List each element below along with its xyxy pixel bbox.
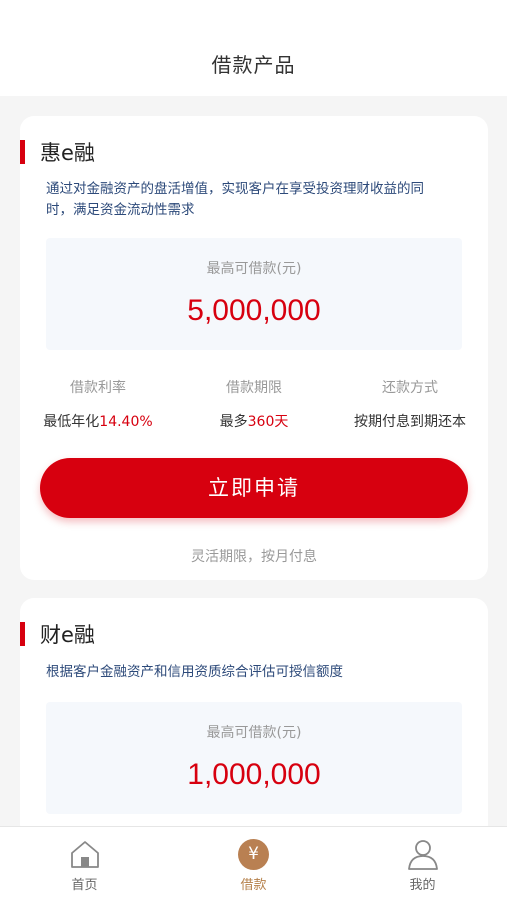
term-value-prefix: 最多 — [219, 414, 248, 430]
product-description: 通过对金融资产的盘活增值，实现客户在享受投资理财收益的同时，满足资金流动性需求 — [46, 181, 424, 218]
product-card-huierong[interactable]: 惠e融 通过对金融资产的盘活增值，实现客户在享受投资理财收益的同时，满足资金流动… — [20, 116, 488, 580]
term-repayment-method: 还款方式 按期付息到期还本 — [332, 378, 488, 432]
product-description: 根据客户金融资产和信用资质综合评估可授信额度 — [46, 664, 343, 680]
term-value: 按期付息到期还本 — [332, 412, 488, 432]
max-amount-box: 最高可借款(元) 1,000,000 — [46, 702, 462, 814]
home-icon — [71, 841, 99, 868]
tab-loan[interactable]: ¥ 借款 — [169, 827, 338, 900]
tab-label: 首页 — [71, 878, 98, 893]
product-name: 财e融 — [40, 623, 95, 647]
max-amount-box: 最高可借款(元) 5,000,000 — [46, 238, 462, 350]
term-label: 借款利率 — [70, 380, 126, 396]
product-note: 灵活期限，按月付息 — [191, 549, 317, 565]
term-value-highlight: 14.40% — [99, 414, 153, 430]
term-duration: 借款期限 最多360天 — [176, 378, 332, 432]
yuan-icon: ¥ — [238, 839, 269, 870]
page-title: 借款产品 — [211, 53, 296, 77]
tab-mine[interactable]: 我的 — [338, 827, 507, 900]
term-interest-rate: 借款利率 最低年化14.40% — [20, 378, 176, 432]
term-value-highlight: 360天 — [247, 414, 289, 430]
loan-terms: 借款利率 最低年化14.40% 借款期限 最多360天 还款方式 按期付息到期还… — [20, 378, 488, 438]
user-icon — [408, 840, 438, 870]
tab-home[interactable]: 首页 — [0, 827, 169, 900]
max-amount-label: 最高可借款(元) — [206, 725, 302, 741]
max-amount-value: 5,000,000 — [187, 294, 321, 327]
accent-bar — [20, 140, 25, 164]
max-amount-value: 1,000,000 — [187, 758, 321, 791]
product-card-caierong[interactable]: 财e融 根据客户金融资产和信用资质综合评估可授信额度 最高可借款(元) 1,00… — [20, 598, 488, 838]
tab-label: 我的 — [409, 878, 436, 893]
product-name: 惠e融 — [40, 141, 95, 165]
tab-label: 借款 — [240, 878, 267, 893]
accent-bar — [20, 622, 25, 646]
term-value-prefix: 最低年化 — [43, 414, 100, 430]
term-value: 最多360天 — [176, 412, 332, 432]
product-heading: 财e融 — [20, 620, 95, 648]
apply-now-button[interactable]: 立即申请 — [40, 458, 468, 518]
term-label: 借款期限 — [226, 380, 282, 396]
term-value: 最低年化14.40% — [20, 412, 176, 432]
term-value-prefix: 按期付息到期还本 — [354, 414, 466, 430]
max-amount-label: 最高可借款(元) — [206, 261, 302, 277]
bottom-tab-bar: 首页 ¥ 借款 我的 — [0, 826, 507, 900]
top-header: 借款产品 — [0, 0, 507, 96]
product-heading: 惠e融 — [20, 138, 95, 166]
term-label: 还款方式 — [382, 380, 438, 396]
